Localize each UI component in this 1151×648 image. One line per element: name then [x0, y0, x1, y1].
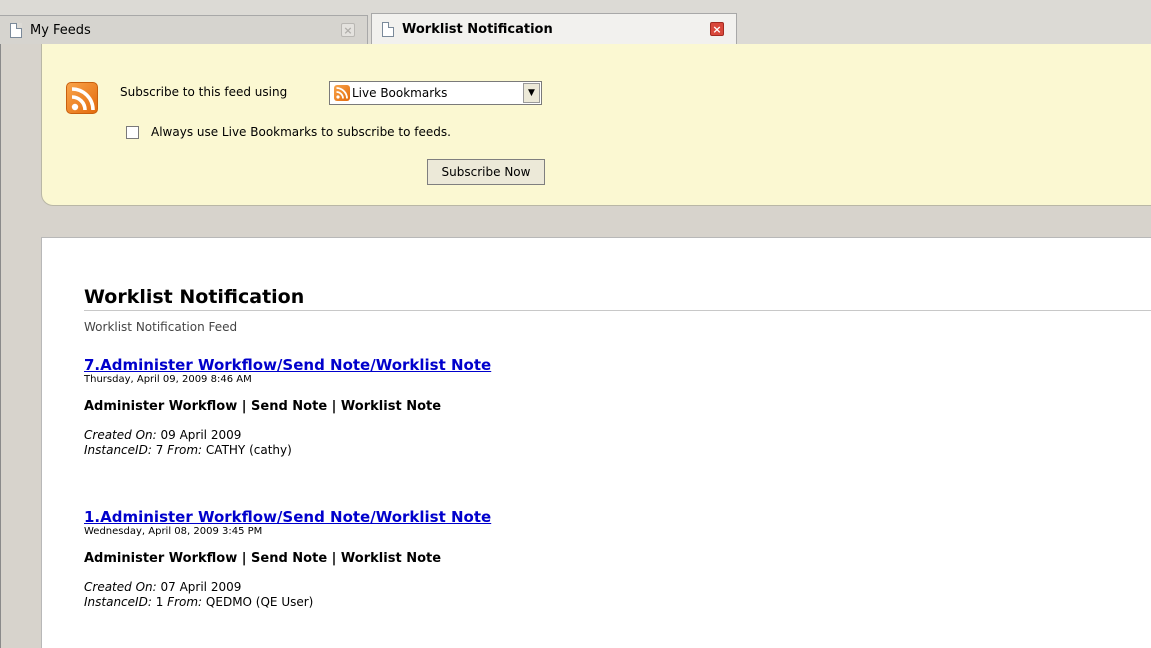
instance-value: 1	[155, 595, 164, 609]
instance-value: 7	[155, 443, 164, 457]
subscribe-now-button[interactable]: Subscribe Now	[427, 159, 545, 185]
chevron-down-icon[interactable]: ▼	[523, 83, 540, 103]
tab-strip: My Feeds × Worklist Notification ×	[0, 0, 1151, 44]
page-icon	[10, 22, 22, 38]
feed-entry: 1.Administer Workflow/Send Note/Worklist…	[84, 508, 1124, 610]
entry-title-link[interactable]: 1.Administer Workflow/Send Note/Worklist…	[84, 508, 1124, 526]
created-label: Created On:	[84, 428, 157, 442]
page-icon	[382, 21, 394, 37]
close-icon[interactable]: ×	[341, 23, 355, 37]
content-area: Subscribe to this feed using Live Bookma…	[0, 44, 1151, 648]
created-label: Created On:	[84, 580, 157, 594]
entry-summary: Administer Workflow | Send Note | Workli…	[84, 551, 442, 566]
tab-worklist-notification[interactable]: Worklist Notification ×	[371, 13, 737, 44]
from-value: CATHY (cathy)	[205, 443, 292, 457]
entry-meta: Created On: 09 April 2009 InstanceID: 7 …	[84, 428, 1124, 458]
subscribe-label: Subscribe to this feed using	[120, 85, 288, 99]
from-label: From:	[167, 595, 203, 609]
feed-subtitle: Worklist Notification Feed	[84, 320, 238, 334]
always-use-checkbox[interactable]	[126, 126, 139, 139]
from-label: From:	[167, 443, 203, 457]
tab-label: Worklist Notification	[402, 21, 553, 37]
entry-summary: Administer Workflow | Send Note | Workli…	[84, 399, 442, 414]
subscribe-panel: Subscribe to this feed using Live Bookma…	[41, 44, 1151, 206]
created-value: 09 April 2009	[160, 428, 242, 442]
feed-body: Worklist Notification Worklist Notificat…	[41, 237, 1151, 648]
rss-icon	[334, 85, 350, 101]
entry-meta: Created On: 07 April 2009 InstanceID: 1 …	[84, 580, 1124, 610]
checkbox-label: Always use Live Bookmarks to subscribe t…	[151, 125, 451, 139]
entry-date: Wednesday, April 08, 2009 3:45 PM	[84, 526, 263, 537]
entry-title-link[interactable]: 7.Administer Workflow/Send Note/Worklist…	[84, 356, 1124, 374]
tab-label: My Feeds	[30, 22, 91, 38]
created-value: 07 April 2009	[160, 580, 242, 594]
feed-title: Worklist Notification	[84, 286, 1151, 311]
tab-my-feeds[interactable]: My Feeds ×	[0, 15, 368, 44]
entry-date: Thursday, April 09, 2009 8:46 AM	[84, 374, 252, 385]
close-icon[interactable]: ×	[710, 22, 724, 36]
feed-reader-select[interactable]: Live Bookmarks ▼	[329, 81, 542, 105]
rss-icon	[66, 82, 98, 114]
select-value: Live Bookmarks	[352, 86, 448, 100]
instance-label: InstanceID:	[84, 443, 152, 457]
from-value: QEDMO (QE User)	[205, 595, 314, 609]
feed-entry: 7.Administer Workflow/Send Note/Worklist…	[84, 356, 1124, 458]
instance-label: InstanceID:	[84, 595, 152, 609]
